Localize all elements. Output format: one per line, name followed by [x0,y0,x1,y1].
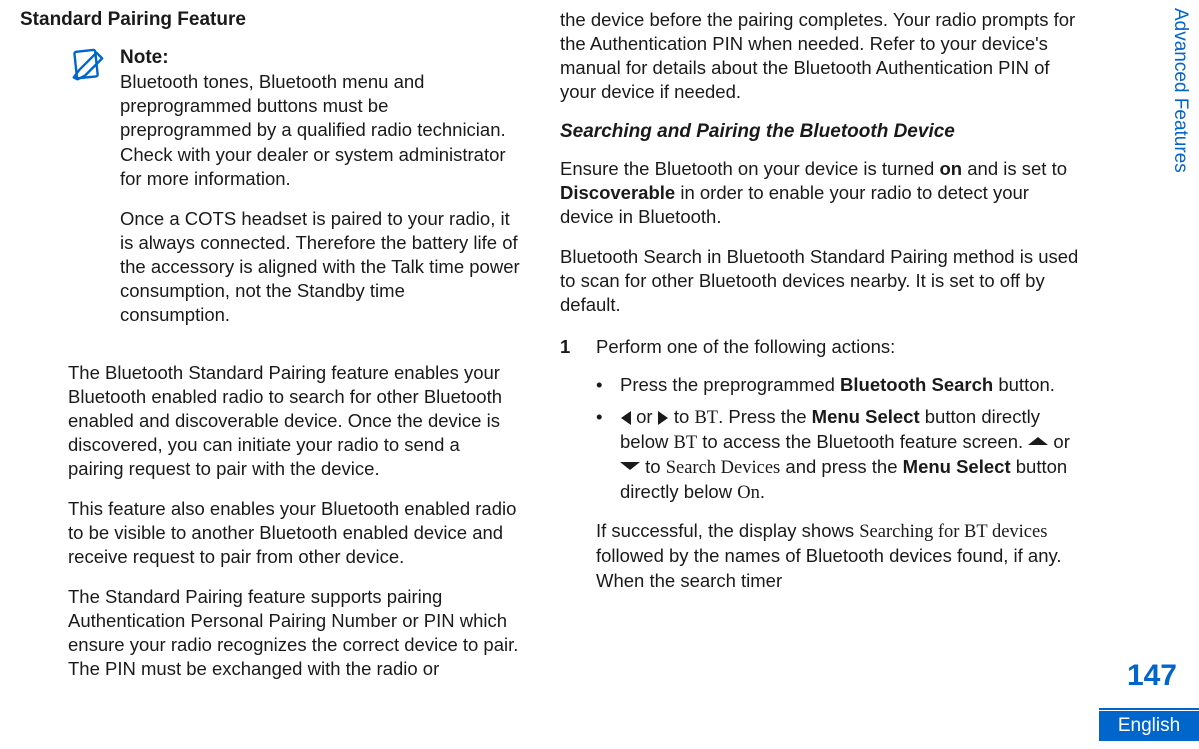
step-number: 1 [560,335,596,359]
ui-label: On [737,483,760,503]
text-fragment: to [669,406,695,427]
side-tab: Advanced Features [1165,0,1195,282]
text-fragment: to access the Bluetooth feature screen. [697,431,1028,452]
text-fragment: followed by the names of Bluetooth devic… [596,545,1062,590]
down-arrow-icon [620,462,640,470]
text-fragment: to [640,456,666,477]
language-badge: English [1099,711,1199,741]
text-fragment: If successful, the display shows [596,520,859,541]
step-text: Perform one of the following actions: [596,335,1080,359]
ui-label: Searching for BT devices [859,522,1047,542]
right-arrow-icon [658,411,669,425]
language-label: English [1118,715,1180,737]
right-column: the device before the pairing completes.… [560,8,1120,741]
section-title: Standard Pairing Feature [20,8,520,33]
text-fragment: or [1048,431,1070,452]
body-paragraph: Ensure the Bluetooth on your device is t… [560,157,1080,229]
note-icon [68,47,106,85]
text-fragment: Ensure the Bluetooth on your device is t… [560,158,940,179]
subheading: Searching and Pairing the Bluetooth Devi… [560,120,1080,145]
text-fragment: and press the [780,456,902,477]
bold-text: Menu Select [903,456,1011,477]
note-paragraph-1: Bluetooth tones, Bluetooth menu and prep… [120,71,506,188]
up-arrow-icon [1028,437,1048,445]
note-content: Note: Bluetooth tones, Bluetooth menu an… [120,45,520,343]
bold-text: Discoverable [560,182,675,203]
note-heading: Note: [120,47,169,68]
ui-label: Search Devices [666,458,781,478]
left-column: Standard Pairing Feature Note: Bluetooth… [20,8,560,741]
body-paragraph: The Standard Pairing feature supports pa… [68,585,520,681]
text-fragment: . Press the [718,406,812,427]
text-fragment: or [631,406,658,427]
bullet-content: Press the preprogrammed Bluetooth Search… [620,373,1080,397]
step-1: 1 Perform one of the following actions: [560,335,1080,359]
text-fragment: Press the preprogrammed [620,374,840,395]
note-paragraph-2: Once a COTS headset is paired to your ra… [120,207,520,327]
bullet-marker: • [596,373,620,397]
bullet-content: or to BT. Press the Menu Select button d… [620,405,1080,505]
bullet-list: • Press the preprogrammed Bluetooth Sear… [596,373,1080,505]
left-arrow-icon [620,411,631,425]
bullet-item: • Press the preprogrammed Bluetooth Sear… [596,373,1080,397]
body-paragraph: the device before the pairing completes.… [560,8,1080,104]
bullet-item: • or to BT. Press the Menu Select button… [596,405,1080,505]
result-paragraph: If successful, the display shows Searchi… [596,519,1080,592]
body-paragraph: This feature also enables your Bluetooth… [68,497,520,569]
bold-text: Menu Select [812,406,920,427]
note-block: Note: Bluetooth tones, Bluetooth menu an… [68,45,520,343]
body-paragraph: The Bluetooth Standard Pairing feature e… [68,361,520,481]
bullet-marker: • [596,405,620,505]
text-fragment: . [760,481,765,502]
text-fragment: button. [993,374,1055,395]
ui-label: BT [694,408,718,428]
body-paragraph: Bluetooth Search in Bluetooth Standard P… [560,245,1080,317]
bold-text: on [940,158,963,179]
side-tab-label: Advanced Features [1169,0,1191,173]
ui-label: BT [673,433,697,453]
text-fragment: and is set to [962,158,1067,179]
page-number: 147 [1127,659,1177,693]
bold-text: Bluetooth Search [840,374,993,395]
